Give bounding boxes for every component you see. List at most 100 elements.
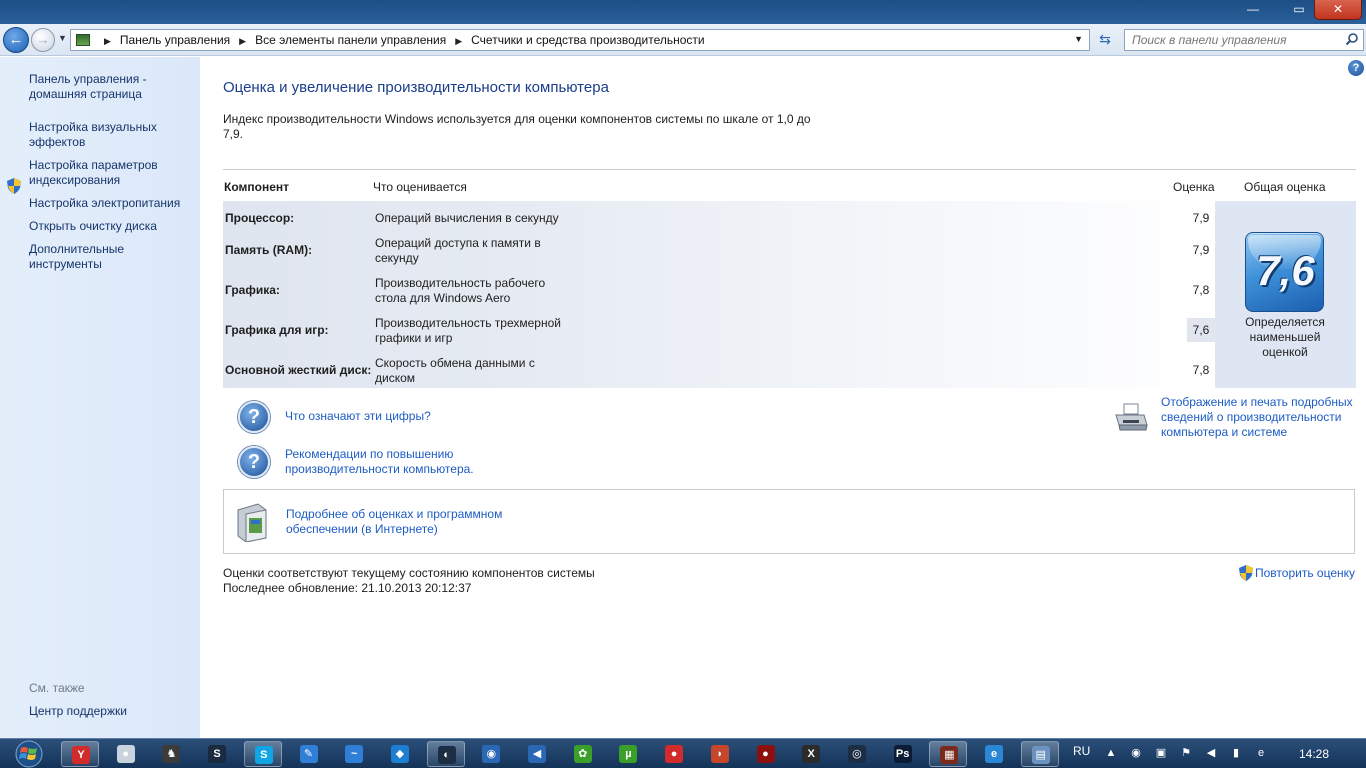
clock[interactable]: 14:28	[1299, 747, 1329, 761]
help-icon[interactable]: ?	[1348, 60, 1364, 76]
sidebar-item-disk-cleanup[interactable]: Открыть очистку диска	[29, 219, 194, 234]
row-description: Скорость обмена данными с диском	[375, 356, 535, 385]
show-hidden-icons-icon[interactable]: ▲	[1104, 746, 1118, 760]
forward-button[interactable]: →	[31, 28, 55, 52]
column-header-component: Компонент	[224, 180, 289, 194]
utorrent-icon: µ	[619, 745, 638, 763]
taskbar-item-app-2[interactable]: ●	[107, 741, 145, 767]
browser-tray-icon[interactable]: e	[1254, 746, 1268, 760]
action-center-flag-icon[interactable]: ⚑	[1179, 746, 1193, 760]
taskbar-item-app-3[interactable]: ♞	[152, 741, 190, 767]
what-numbers-link[interactable]: Что означают эти цифры?	[285, 409, 431, 424]
intro-text: Индекс производительности Windows исполь…	[223, 112, 811, 141]
taskbar-item-photoshop[interactable]: Ps	[884, 741, 922, 767]
recent-pages-chevron-icon[interactable]: ▼	[58, 33, 67, 43]
app-8-icon: ◆	[390, 745, 409, 763]
app-6-icon: ✎	[299, 745, 318, 763]
table-row: Графика для игр: Производительность трех…	[223, 314, 1215, 354]
taskbar-item-control-panel[interactable]: ▤	[1020, 741, 1059, 767]
performance-table: Компонент Что оценивается Оценка Общая о…	[223, 169, 1356, 388]
taskbar-item-app-16[interactable]: ●	[747, 741, 785, 767]
table-row: Память (RAM): Операций доступа к памяти …	[223, 234, 1215, 274]
taskbar-item-internet-explorer[interactable]: e	[975, 741, 1013, 767]
row-component: Графика для игр:	[225, 323, 329, 337]
row-score: 7,9	[1192, 211, 1210, 225]
table-row: Графика: Производительность рабочего сто…	[223, 274, 1215, 314]
sidebar-item-control-panel-home[interactable]: Панель управления - домашняя страница	[29, 72, 194, 102]
address-bar[interactable]: ▶ Панель управления ▶ Все элементы панели у…	[70, 29, 1090, 51]
refresh-icon[interactable]: ⇆	[1094, 29, 1116, 51]
app-14-icon: ●	[665, 745, 684, 763]
monitor-icon[interactable]: ▣	[1154, 746, 1168, 760]
maximize-button[interactable]: ▭	[1286, 0, 1312, 20]
sidebar-item-support-center[interactable]: Центр поддержки	[29, 704, 194, 719]
taskbar-item-app-8[interactable]: ◆	[381, 741, 419, 767]
taskbar-item-icq[interactable]: ✿	[564, 741, 602, 767]
taskbar-item-app-6[interactable]: ✎	[290, 741, 328, 767]
taskbar-item-app-7[interactable]: ~	[335, 741, 373, 767]
shield-icon	[1239, 565, 1253, 581]
row-description: Производительность трехмерной графики и …	[375, 316, 561, 345]
taskbar-item-app-18[interactable]: ◎	[838, 741, 876, 767]
row-score: 7,8	[1192, 283, 1210, 297]
taskbar-item-app-11[interactable]: ◀	[518, 741, 556, 767]
taskbar-item-app-17[interactable]: X	[792, 741, 830, 767]
breadcrumb-separator-icon[interactable]: ▶	[104, 36, 111, 46]
search-box[interactable]	[1124, 29, 1364, 51]
app-7-icon: ~	[345, 745, 364, 763]
skype-icon: S	[254, 746, 273, 764]
close-button[interactable]: ✕	[1314, 0, 1362, 20]
base-score-badge: 7,6	[1245, 232, 1324, 312]
breadcrumb-item[interactable]: Панель управления	[120, 33, 230, 47]
row-description: Операций вычисления в секунду	[375, 211, 559, 225]
taskbar-item-app-15[interactable]: ◗	[701, 741, 739, 767]
steam-icon: S	[208, 745, 227, 763]
taskbar-item-app-14[interactable]: ●	[655, 741, 693, 767]
minimize-button[interactable]: —	[1240, 0, 1266, 20]
learn-more-link[interactable]: Подробнее об оценках и программном обесп…	[286, 507, 521, 537]
taskbar-item-utorrent[interactable]: µ	[609, 741, 647, 767]
app-17-icon: X	[802, 745, 821, 763]
taskbar-item-yandex-browser[interactable]: Y	[61, 741, 99, 767]
app-16-icon: ●	[756, 745, 775, 763]
address-dropdown-chevron-icon[interactable]: ▼	[1074, 34, 1083, 44]
app-2-icon: ●	[116, 745, 135, 763]
sidebar-item-advanced-tools[interactable]: Дополнительные инструменты	[29, 242, 194, 272]
taskbar-item-skype[interactable]: S	[243, 741, 282, 767]
breadcrumb-separator-icon[interactable]: ▶	[455, 36, 462, 46]
taskbar-item-app-10[interactable]: ◉	[472, 741, 510, 767]
row-score: 7,8	[1192, 363, 1210, 377]
row-component: Основной жесткий диск:	[225, 363, 372, 377]
breadcrumb-separator-icon[interactable]: ▶	[239, 36, 246, 46]
battery-icon[interactable]: ▮	[1229, 746, 1243, 760]
app-9-icon: ◐	[437, 746, 456, 764]
volume-icon[interactable]: ◀	[1204, 746, 1218, 760]
print-details-link[interactable]: Отображение и печать подробных сведений …	[1161, 395, 1361, 440]
status-last-update-text: Последнее обновление: 21.10.2013 20:12:3…	[223, 581, 472, 595]
breadcrumb-item[interactable]: Счетчики и средства производительности	[471, 33, 704, 47]
search-icon[interactable]	[1345, 32, 1359, 46]
sidebar-item-visual-effects[interactable]: Настройка визуальных эффектов	[29, 120, 194, 150]
app-10-icon: ◉	[482, 745, 501, 763]
control-panel-icon: ▤	[1031, 746, 1050, 764]
row-description: Производительность рабочего стола для Wi…	[375, 276, 546, 305]
performance-tips-link[interactable]: Рекомендации по повышению производительн…	[285, 447, 505, 477]
more-info-box: Подробнее об оценках и программном обесп…	[223, 489, 1355, 554]
row-description: Операций доступа к памяти в секунду	[375, 236, 541, 265]
network-status-icon[interactable]: ◉	[1129, 746, 1143, 760]
question-icon: ?	[238, 446, 270, 478]
sidebar-item-indexing[interactable]: Настройка параметров индексирования	[29, 158, 194, 188]
back-button[interactable]: ←	[3, 27, 29, 53]
row-score: 7,9	[1192, 243, 1210, 257]
sidebar-item-power[interactable]: Настройка электропитания	[29, 196, 194, 211]
language-indicator[interactable]: RU	[1073, 744, 1090, 758]
photoshop-icon: Ps	[893, 745, 912, 763]
taskbar-item-app-20[interactable]: ▦	[929, 741, 968, 767]
rerun-assessment-link[interactable]: Повторить оценку	[1255, 566, 1355, 580]
taskbar-item-steam[interactable]: S	[198, 741, 236, 767]
search-input[interactable]	[1125, 30, 1335, 50]
column-header-base-score: Общая оценка	[1244, 180, 1326, 194]
taskbar-item-app-9[interactable]: ◐	[426, 741, 465, 767]
breadcrumb-item[interactable]: Все элементы панели управления	[255, 33, 446, 47]
start-button-windows-icon[interactable]	[4, 739, 54, 768]
